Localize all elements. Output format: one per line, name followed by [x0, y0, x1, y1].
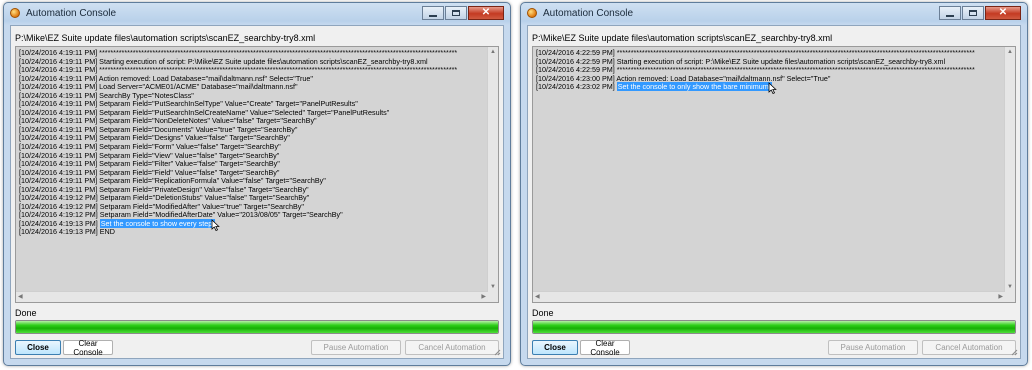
- progress-bar: [15, 320, 499, 334]
- scroll-up-arrow-icon[interactable]: ▲: [1007, 49, 1013, 55]
- automation-console-window-1: Automation Console ✕ P:\Mike\EZ Suite up…: [3, 2, 511, 366]
- clear-console-button[interactable]: Clear Console: [580, 339, 630, 357]
- app-icon: [527, 8, 537, 18]
- button-row: Close Clear Console Pause Automation Can…: [532, 339, 1016, 357]
- minimize-icon: [429, 14, 437, 17]
- close-button[interactable]: Close: [15, 340, 61, 355]
- automation-console-window-2: Automation Console ✕ P:\Mike\EZ Suite up…: [520, 2, 1028, 366]
- clear-console-button[interactable]: Clear Console: [63, 339, 113, 357]
- vertical-scrollbar[interactable]: ▲ ▼: [1004, 47, 1015, 292]
- scroll-down-arrow-icon[interactable]: ▼: [1007, 284, 1013, 290]
- vertical-scrollbar[interactable]: ▲ ▼: [487, 47, 498, 292]
- minimize-button[interactable]: [939, 6, 961, 20]
- resize-grip-icon[interactable]: [493, 348, 501, 356]
- pause-automation-button[interactable]: Pause Automation: [311, 340, 401, 355]
- progress-fill: [16, 321, 498, 333]
- minimize-button[interactable]: [422, 6, 444, 20]
- script-path: P:\Mike\EZ Suite update files\automation…: [532, 33, 833, 43]
- cancel-automation-button[interactable]: Cancel Automation: [405, 340, 499, 355]
- log-line-text: [10/24/2016 4:23:02 PM]: [536, 82, 617, 92]
- window-title: Automation Console: [543, 8, 634, 19]
- scroll-up-arrow-icon[interactable]: ▲: [490, 49, 496, 55]
- client-area: P:\Mike\EZ Suite update files\automation…: [527, 25, 1021, 359]
- title-bar[interactable]: Automation Console ✕: [4, 3, 510, 25]
- close-window-button[interactable]: ✕: [468, 6, 504, 20]
- cancel-automation-button[interactable]: Cancel Automation: [922, 340, 1016, 355]
- close-icon: ✕: [998, 7, 1008, 18]
- mouse-cursor-icon: [211, 219, 221, 231]
- scrollbar-corner: [1005, 292, 1015, 302]
- log-line: [10/24/2016 4:23:02 PM] Set the console …: [536, 82, 1003, 95]
- maximize-button[interactable]: [445, 6, 467, 20]
- close-button[interactable]: Close: [532, 340, 578, 355]
- selected-text[interactable]: Set the console to only show the bare mi…: [616, 82, 772, 92]
- app-icon: [10, 8, 20, 18]
- scroll-left-arrow-icon[interactable]: ◀: [535, 294, 540, 300]
- mouse-cursor-icon: [768, 82, 777, 95]
- minimize-icon: [946, 14, 954, 17]
- scroll-left-arrow-icon[interactable]: ◀: [18, 294, 23, 300]
- progress-bar: [532, 320, 1016, 334]
- console-lines: [10/24/2016 4:22:59 PM] ****************…: [536, 49, 1003, 290]
- caption-buttons: ✕: [421, 6, 504, 20]
- button-row: Close Clear Console Pause Automation Can…: [15, 339, 499, 357]
- console-lines: [10/24/2016 4:19:11 PM] ****************…: [19, 49, 486, 290]
- scroll-down-arrow-icon[interactable]: ▼: [490, 284, 496, 290]
- log-line: [10/24/2016 4:19:13 PM] END: [19, 228, 486, 237]
- maximize-icon: [452, 10, 460, 16]
- status-text: Done: [532, 308, 554, 318]
- status-text: Done: [15, 308, 37, 318]
- scrollbar-corner: [488, 292, 498, 302]
- script-path: P:\Mike\EZ Suite update files\automation…: [15, 33, 316, 43]
- pause-automation-button[interactable]: Pause Automation: [828, 340, 918, 355]
- horizontal-scrollbar[interactable]: ◀ ▶: [16, 291, 488, 302]
- horizontal-scrollbar[interactable]: ◀ ▶: [533, 291, 1005, 302]
- close-icon: ✕: [481, 7, 491, 18]
- window-title: Automation Console: [26, 8, 117, 19]
- scroll-right-arrow-icon[interactable]: ▶: [998, 294, 1003, 300]
- caption-buttons: ✕: [938, 6, 1021, 20]
- console-log[interactable]: [10/24/2016 4:19:11 PM] ****************…: [15, 46, 499, 303]
- maximize-icon: [969, 10, 977, 16]
- client-area: P:\Mike\EZ Suite update files\automation…: [10, 25, 504, 359]
- close-window-button[interactable]: ✕: [985, 6, 1021, 20]
- maximize-button[interactable]: [962, 6, 984, 20]
- scroll-right-arrow-icon[interactable]: ▶: [481, 294, 486, 300]
- resize-grip-icon[interactable]: [1010, 348, 1018, 356]
- progress-fill: [533, 321, 1015, 333]
- log-line-text: [10/24/2016 4:19:13 PM] END: [19, 227, 115, 237]
- title-bar[interactable]: Automation Console ✕: [521, 3, 1027, 25]
- console-log[interactable]: [10/24/2016 4:22:59 PM] ****************…: [532, 46, 1016, 303]
- selected-text[interactable]: Set the console to show every step.: [99, 218, 216, 228]
